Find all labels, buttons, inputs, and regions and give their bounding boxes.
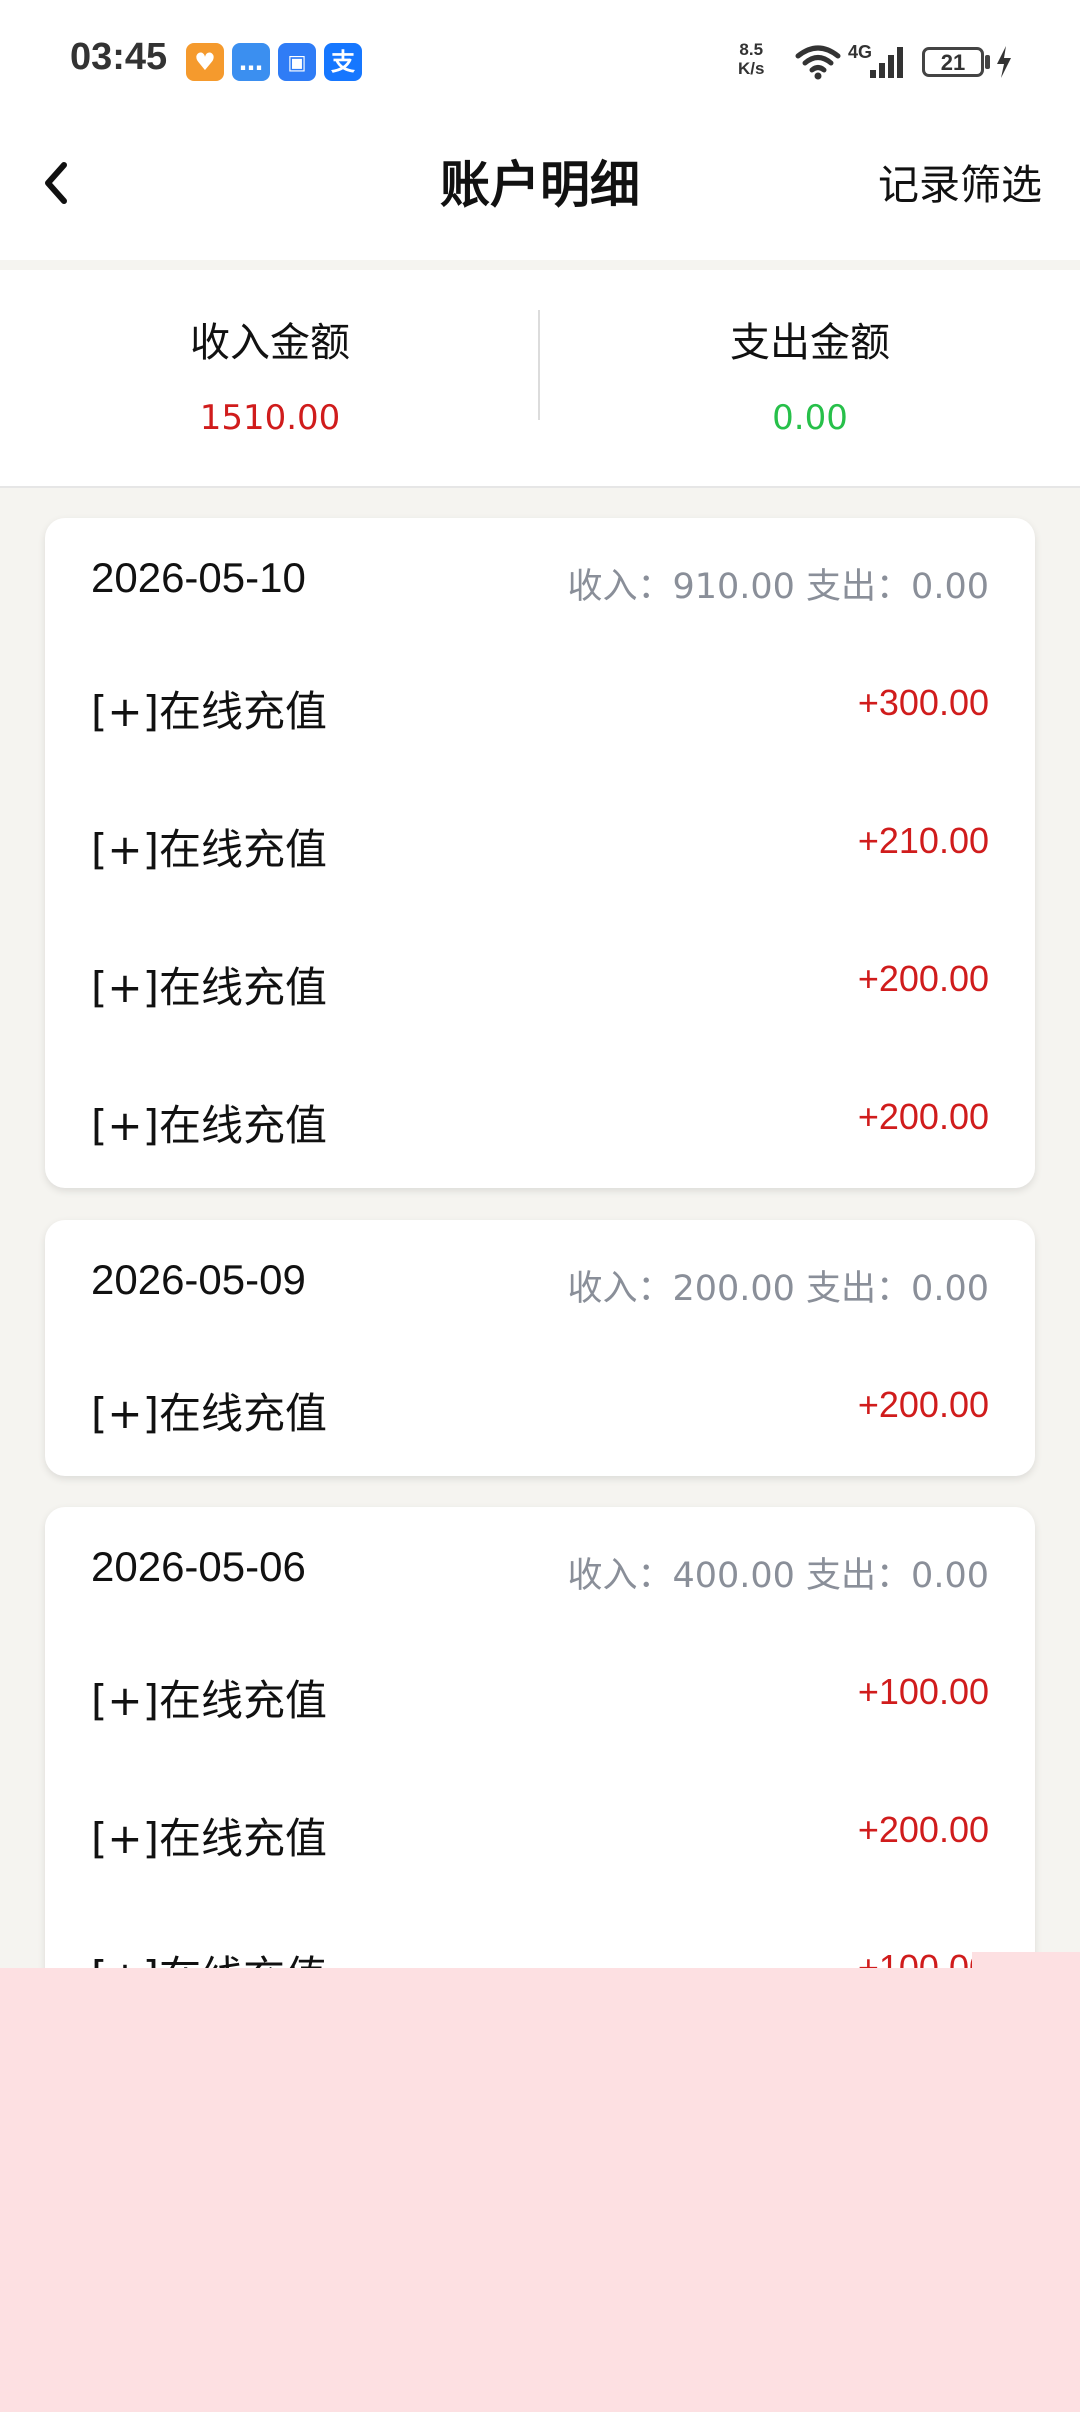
transaction-row[interactable]: [+]在线充值 +200.00 [45, 1340, 1035, 1478]
group-summary: 收入：200.00 支出：0.00 [567, 1269, 989, 1309]
group-date: 2026-05-06 [91, 1543, 306, 1590]
transaction-name: [+]在线充值 [91, 1389, 327, 1438]
transaction-name: [+]在线充值 [91, 1676, 327, 1725]
day-group-header: 2026-05-09 收入：200.00 支出：0.00 [45, 1220, 1035, 1340]
taobao-app-icon: ▣ [278, 43, 316, 81]
charging-icon [997, 46, 1011, 78]
transaction-amount: +210.00 [857, 820, 989, 861]
group-summary: 收入：910.00 支出：0.00 [567, 567, 989, 607]
transaction-name: [+]在线充值 [91, 687, 327, 736]
transaction-row[interactable]: [+]在线充值 +300.00 [45, 638, 1035, 776]
battery-icon: 21 [922, 47, 984, 77]
transaction-amount: +100.00 [857, 1671, 989, 1712]
transaction-amount: +200.00 [857, 1096, 989, 1137]
income-label: 收入金额 [190, 320, 350, 366]
transaction-name: [+]在线充值 [91, 825, 327, 874]
transaction-name: [+]在线充值 [91, 1101, 327, 1150]
transaction-name: [+]在线充值 [91, 1814, 327, 1863]
status-bar: 03:45 ♥ … ▣ 支 8.5 K/s 4G 21 [0, 0, 1080, 125]
expense-label: 支出金额 [730, 320, 890, 366]
transaction-row[interactable]: [+]在线充值 +200.00 [45, 1765, 1035, 1903]
status-time: 03:45 [70, 36, 168, 78]
group-summary: 收入：400.00 支出：0.00 [567, 1556, 989, 1596]
wifi-icon [795, 45, 841, 80]
day-group-card: 2026-05-10 收入：910.00 支出：0.00 [+]在线充值 +30… [45, 518, 1035, 1188]
filter-records-button[interactable]: 记录筛选 [878, 157, 1042, 213]
transaction-amount: +200.00 [857, 958, 989, 999]
day-group-card: 2026-05-09 收入：200.00 支出：0.00 [+]在线充值 +20… [45, 1220, 1035, 1476]
transaction-row[interactable]: [+]在线充值 +210.00 [45, 776, 1035, 914]
transaction-row[interactable]: [+]在线充值 +200.00 [45, 1052, 1035, 1190]
balance-summary: 收入金额 1510.00 支出金额 0.00 [0, 270, 1080, 488]
bottom-overlay-panel[interactable] [0, 1968, 1080, 2412]
group-date: 2026-05-09 [91, 1256, 306, 1303]
income-summary: 收入金额 1510.00 [0, 270, 540, 486]
message-app-icon: … [232, 43, 270, 81]
nav-header: 账户明细 记录筛选 [0, 125, 1080, 260]
day-group-header: 2026-05-10 收入：910.00 支出：0.00 [45, 518, 1035, 638]
expense-summary: 支出金额 0.00 [540, 270, 1080, 486]
heart-app-icon: ♥ [186, 43, 224, 81]
alipay-app-icon: 支 [324, 43, 362, 81]
transaction-amount: +200.00 [857, 1809, 989, 1850]
transaction-amount: +300.00 [857, 682, 989, 723]
income-value: 1510.00 [199, 398, 341, 438]
transaction-row[interactable]: [+]在线充值 +200.00 [45, 914, 1035, 1052]
transaction-name: [+]在线充值 [91, 963, 327, 1012]
signal-icon [870, 47, 903, 78]
group-date: 2026-05-10 [91, 554, 306, 601]
day-group-header: 2026-05-06 收入：400.00 支出：0.00 [45, 1507, 1035, 1627]
transaction-amount: +200.00 [857, 1384, 989, 1425]
battery-tip [985, 55, 990, 69]
network-speed: 8.5 K/s [738, 40, 765, 78]
transaction-row[interactable]: [+]在线充值 +100.00 [45, 1627, 1035, 1765]
expense-value: 0.00 [772, 398, 848, 438]
